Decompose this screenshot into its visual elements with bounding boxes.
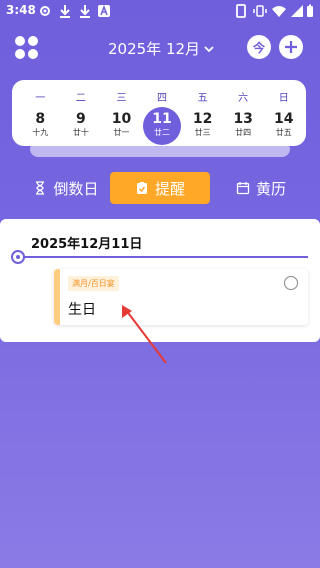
clipboard-check-icon [136,182,147,194]
week-calendar: 一 二 三 四 五 六 日 8 十九 9 廿十 10 廿一 11 廿二 12 廿… [12,80,306,146]
timeline-node-icon [11,250,25,264]
date-number: 9 [75,111,86,127]
weekday-label: 四 [157,93,168,104]
weekday-label: 二 [75,93,86,104]
weekday-label: 三 [116,93,127,104]
settings-icon [40,6,50,16]
today-button[interactable]: 今 [247,35,271,59]
lunar-date: 十九 [32,128,49,137]
menu-grid-button[interactable] [15,36,39,60]
tab-label: 黄历 [255,179,286,198]
date-cell[interactable]: 8 十九 [20,110,61,144]
battery-icon [307,4,313,17]
status-time: 3:48 [6,3,36,17]
date-row: 8 十九 9 廿十 10 廿一 11 廿二 12 廿三 13 廿四 14 廿五 [20,107,304,145]
add-button[interactable] [279,35,303,59]
grid-dot [15,36,25,46]
date-number: 12 [192,111,213,127]
date-cell-selected[interactable]: 11 廿二 [142,107,183,145]
status-bar: 3:48 [0,0,320,24]
event-category-tag: 满月/百日宴 [68,276,119,291]
tab-label: 提醒 [154,179,185,198]
grid-dot [28,49,38,59]
vibrate-icon [253,5,267,17]
signal-icon [291,5,303,17]
date-number: 14 [274,111,294,127]
event-title: 生日 [68,302,96,318]
grid-dot [28,36,38,46]
chevron-down-icon [204,45,214,52]
download-icon [60,5,70,18]
date-cell[interactable]: 13 廿四 [223,110,264,144]
weekday-label: 六 [238,93,249,104]
date-number: 10 [111,111,132,127]
date-number: 8 [35,111,46,127]
date-number: 11 [152,111,172,127]
reminder-list: 2025年12月11日 满月/百日宴 生日 [0,219,320,342]
lunar-date: 廿十 [72,128,89,137]
lunar-date: 廿一 [113,128,130,137]
reminder-item[interactable]: 满月/百日宴 生日 [54,269,308,325]
month-label: 2025年 12月 [108,40,201,58]
grid-dot [15,49,25,59]
phone-icon [236,4,246,18]
date-cell[interactable]: 12 廿三 [182,110,223,144]
tab-almanac[interactable]: 黄历 [230,172,292,204]
weekday-label: 一 [35,93,46,104]
download-icon [80,5,90,18]
month-selector[interactable]: 2025年 12月 [108,38,214,59]
lunar-date: 廿四 [235,128,252,137]
date-heading: 2025年12月11日 [31,237,143,252]
tab-label: 倒数日 [53,179,99,198]
weekday-row: 一 二 三 四 五 六 日 [20,89,304,104]
event-color-bar [54,269,60,325]
timeline-line [18,256,308,258]
date-cell[interactable]: 9 廿十 [61,110,102,144]
hourglass-icon [36,181,45,195]
weekday-label: 五 [197,93,208,104]
tab-countdown[interactable]: 倒数日 [26,172,106,204]
date-cell[interactable]: 10 廿一 [101,110,142,144]
lunar-date: 廿五 [275,128,292,137]
weekday-label: 日 [278,93,289,104]
lunar-date: 廿三 [194,128,211,137]
lunar-date: 廿二 [154,128,171,137]
calendar-icon [236,182,250,195]
date-number: 13 [233,111,253,127]
plus-icon [285,41,297,53]
date-cell[interactable]: 14 廿五 [263,110,304,144]
app-a-icon [98,4,110,17]
wifi-icon [272,6,286,17]
tab-remind[interactable]: 提醒 [110,172,210,204]
complete-checkbox[interactable] [284,276,298,290]
